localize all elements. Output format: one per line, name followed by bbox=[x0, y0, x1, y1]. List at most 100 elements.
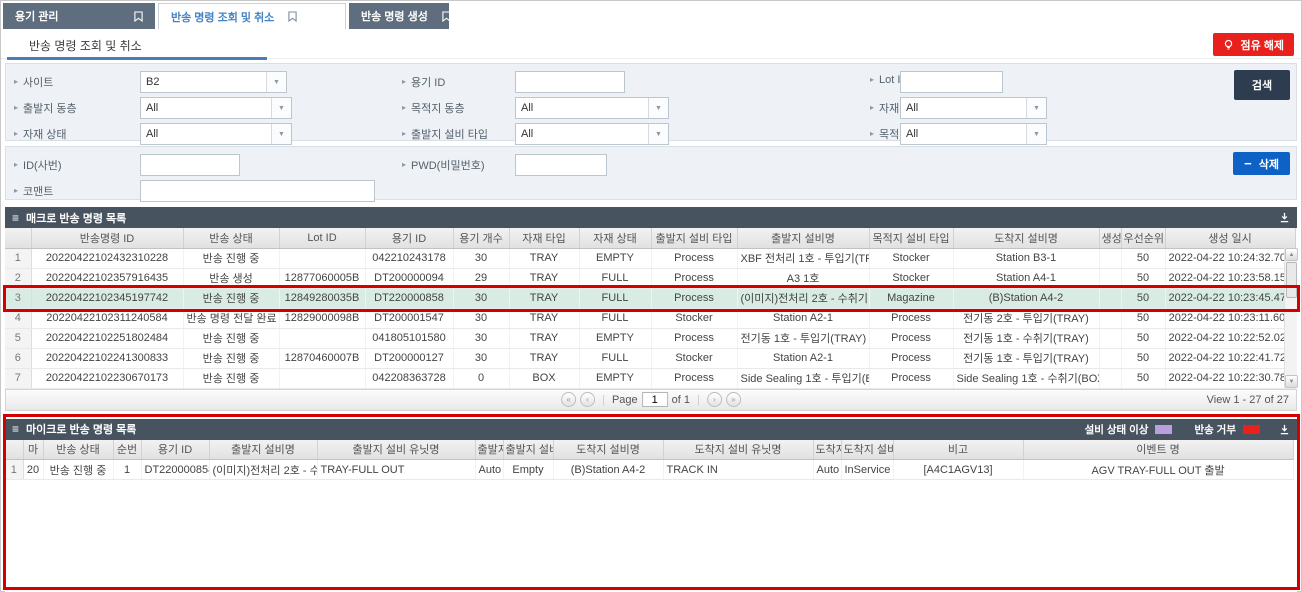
dst-equip-type-select[interactable]: All ▼ bbox=[900, 123, 1047, 145]
column-header[interactable]: 우선순위 bbox=[1121, 228, 1165, 248]
comment-input[interactable] bbox=[140, 180, 375, 202]
table-cell: Stocker bbox=[651, 348, 737, 368]
bookmark-icon[interactable] bbox=[288, 11, 297, 22]
column-header[interactable] bbox=[5, 228, 31, 248]
table-row[interactable]: 220220422102357916435반송 생성12877060005BDT… bbox=[5, 268, 1295, 288]
prev-page-button[interactable]: ‹ bbox=[580, 392, 595, 407]
pwd-input[interactable] bbox=[515, 154, 607, 176]
column-header[interactable] bbox=[5, 440, 23, 460]
chevron-down-icon[interactable]: ▼ bbox=[271, 124, 291, 144]
scroll-down-button[interactable]: ▼ bbox=[1285, 375, 1298, 388]
tab-transfer-create[interactable]: 반송 명령 생성 bbox=[349, 3, 449, 29]
lot-id-input[interactable] bbox=[900, 71, 1003, 93]
table-cell: XBF 전처리 1호 - 투입기(TR bbox=[737, 248, 869, 268]
column-header[interactable]: 출발지 설비명 bbox=[737, 228, 869, 248]
column-header[interactable]: 출발지 설비 타입 bbox=[651, 228, 737, 248]
column-header[interactable]: Lot ID bbox=[279, 228, 365, 248]
table-cell: 20220422102311240584 bbox=[31, 308, 183, 328]
emp-id-input[interactable] bbox=[140, 154, 240, 176]
scroll-up-button[interactable]: ▲ bbox=[1285, 248, 1298, 261]
column-header[interactable]: 용기 ID bbox=[141, 440, 209, 460]
tab-transfer-inquiry-cancel[interactable]: 반송 명령 조회 및 취소 bbox=[158, 3, 346, 29]
table-cell: EMPTY bbox=[579, 248, 651, 268]
scroll-thumb[interactable] bbox=[1286, 262, 1297, 298]
table-cell: 반송 진행 중 bbox=[43, 460, 113, 480]
chevron-down-icon[interactable]: ▼ bbox=[1026, 124, 1046, 144]
table-row[interactable]: 120반송 진행 중1DT220000858(이미지)전처리 2호 - 수취TR… bbox=[5, 460, 1293, 480]
tab-vessel-management[interactable]: 용기 관리 bbox=[3, 3, 155, 29]
column-header[interactable]: 순번 bbox=[113, 440, 141, 460]
first-page-button[interactable]: « bbox=[561, 392, 576, 407]
download-icon[interactable] bbox=[1279, 424, 1290, 435]
next-page-button[interactable]: › bbox=[707, 392, 722, 407]
column-header[interactable]: 도착지 설비 bbox=[841, 440, 893, 460]
last-page-button[interactable]: » bbox=[726, 392, 741, 407]
chevron-down-icon[interactable]: ▼ bbox=[266, 72, 286, 92]
delete-button-label: 삭제 bbox=[1259, 156, 1279, 172]
column-header[interactable]: 목적지 설비 타입 bbox=[869, 228, 953, 248]
column-header[interactable]: 생성자 bbox=[1099, 228, 1121, 248]
src-equip-type-select[interactable]: All ▼ bbox=[515, 123, 669, 145]
column-header[interactable]: 마 bbox=[23, 440, 43, 460]
table-cell: InService bbox=[841, 460, 893, 480]
table-row[interactable]: 720220422102230670173반송 진행 중042208363728… bbox=[5, 368, 1295, 388]
table-row[interactable]: 420220422102311240584반송 명령 전달 완료12829000… bbox=[5, 308, 1295, 328]
table-cell: 6 bbox=[5, 348, 31, 368]
table-cell: 50 bbox=[1121, 288, 1165, 308]
material-type-select[interactable]: All ▼ bbox=[900, 97, 1047, 119]
table-cell: DT220000858 bbox=[141, 460, 209, 480]
column-header[interactable]: 반송 상태 bbox=[43, 440, 113, 460]
list-menu-icon: ≡ bbox=[12, 212, 19, 224]
bookmark-icon[interactable] bbox=[442, 11, 451, 22]
vessel-id-input[interactable] bbox=[515, 71, 625, 93]
column-header[interactable]: 자재 상태 bbox=[579, 228, 651, 248]
column-header[interactable]: 생성 일시 bbox=[1165, 228, 1295, 248]
table-row[interactable]: 520220422102251802484반송 진행 중041805101580… bbox=[5, 328, 1295, 348]
column-header[interactable]: 용기 개수 bbox=[453, 228, 509, 248]
macro-section-header: ≡ 매크로 반송 명령 목록 bbox=[5, 207, 1297, 228]
site-select[interactable]: B2 ▼ bbox=[140, 71, 287, 93]
column-header[interactable]: 자재 타입 bbox=[509, 228, 579, 248]
table-cell: Process bbox=[651, 288, 737, 308]
column-header[interactable]: 이벤트 명 bbox=[1023, 440, 1293, 460]
chevron-down-icon[interactable]: ▼ bbox=[648, 124, 668, 144]
src-floor-label: ▸출발지 동층 bbox=[14, 100, 77, 116]
download-icon[interactable] bbox=[1279, 212, 1290, 223]
chevron-down-icon[interactable]: ▼ bbox=[1026, 98, 1046, 118]
column-header[interactable]: 용기 ID bbox=[365, 228, 453, 248]
chevron-down-icon[interactable]: ▼ bbox=[648, 98, 668, 118]
column-header[interactable]: 반송 상태 bbox=[183, 228, 279, 248]
search-filter-panel: ▸사이트 B2 ▼ ▸용기 ID ▸Lot ID ▸출발지 동층 All ▼ ▸… bbox=[5, 63, 1297, 141]
column-header[interactable]: 반송명령 ID bbox=[31, 228, 183, 248]
chevron-down-icon[interactable]: ▼ bbox=[271, 98, 291, 118]
table-cell: DT220000858 bbox=[365, 288, 453, 308]
dst-floor-select[interactable]: All ▼ bbox=[515, 97, 669, 119]
column-header[interactable]: 출발지 설비 bbox=[503, 440, 553, 460]
table-cell: Station B3-1 bbox=[953, 248, 1099, 268]
table-row[interactable]: 320220422102345197742반송 진행 중12849280035B… bbox=[5, 288, 1295, 308]
delete-auth-panel: ▸ID(사번) ▸PWD(비밀번호) ▸코맨트 − 삭제 bbox=[5, 146, 1297, 200]
column-header[interactable]: 비고 bbox=[893, 440, 1023, 460]
release-occupancy-button[interactable]: 점유 해제 bbox=[1213, 33, 1294, 56]
page-input[interactable] bbox=[642, 392, 668, 407]
bookmark-icon[interactable] bbox=[134, 11, 143, 22]
macro-table-scrollbar[interactable]: ▲ ▼ bbox=[1284, 248, 1297, 388]
column-header[interactable]: 도착지 동 bbox=[813, 440, 841, 460]
search-button[interactable]: 검색 bbox=[1234, 70, 1290, 100]
tab-bar: 용기 관리 반송 명령 조회 및 취소 반송 명령 생성 bbox=[1, 1, 1301, 29]
material-state-select[interactable]: All ▼ bbox=[140, 123, 292, 145]
table-cell: DT200001547 bbox=[365, 308, 453, 328]
src-floor-select[interactable]: All ▼ bbox=[140, 97, 292, 119]
material-type-select-value: All bbox=[901, 98, 1026, 118]
table-cell: 12829000098B bbox=[279, 308, 365, 328]
table-row[interactable]: 120220422102432310228반송 진행 중042210243178… bbox=[5, 248, 1295, 268]
column-header[interactable]: 출발지 설비명 bbox=[209, 440, 317, 460]
column-header[interactable]: 출발지 동 bbox=[475, 440, 503, 460]
table-row[interactable]: 620220422102241300833반송 진행 중12870460007B… bbox=[5, 348, 1295, 368]
column-header[interactable]: 도착지 설비 유닛명 bbox=[663, 440, 813, 460]
column-header[interactable]: 도착지 설비명 bbox=[953, 228, 1099, 248]
table-cell: 2022-04-22 10:22:52.020 bbox=[1165, 328, 1295, 348]
delete-button[interactable]: − 삭제 bbox=[1233, 152, 1290, 175]
column-header[interactable]: 출발지 설비 유닛명 bbox=[317, 440, 475, 460]
column-header[interactable]: 도착지 설비명 bbox=[553, 440, 663, 460]
